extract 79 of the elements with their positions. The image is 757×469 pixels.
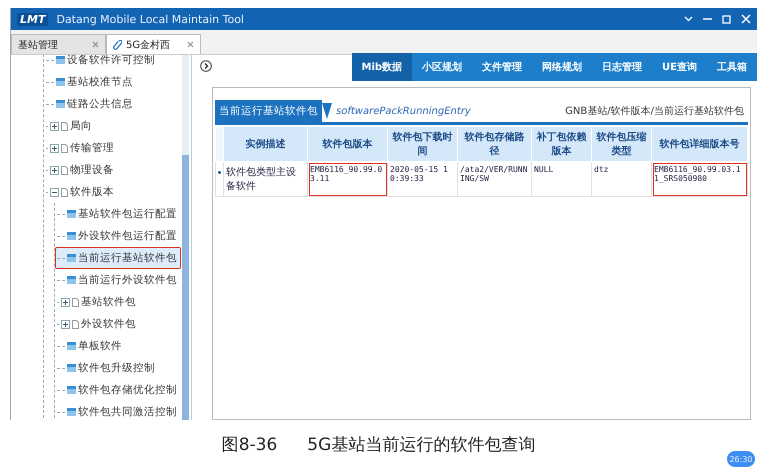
node-icon xyxy=(67,342,76,350)
tree-item[interactable]: 外设软件包 xyxy=(55,313,140,335)
nav-tab[interactable]: Mib数据 xyxy=(352,53,412,81)
tree-item[interactable]: 软件包共同激活控制 xyxy=(55,401,181,420)
tree-item[interactable]: 基站软件包运行配置 xyxy=(55,203,181,225)
breadcrumb: GNB基站/软件版本/当前运行基站软件包 xyxy=(565,104,745,118)
figure-caption: 5G基站当前运行的软件包查询 xyxy=(307,434,536,456)
document-tab[interactable]: 基站管理 xyxy=(11,34,106,54)
tree-item[interactable]: 链路公共信息 xyxy=(44,93,137,115)
entry-name: softwarePackRunningEntry xyxy=(336,106,471,116)
node-icon xyxy=(56,78,65,86)
document-tab[interactable]: 5G金村西 xyxy=(106,34,201,54)
expand-icon[interactable] xyxy=(50,166,59,174)
tree-item[interactable]: 软件版本 xyxy=(44,181,118,203)
node-icon xyxy=(67,254,76,262)
tree-item[interactable]: 外设软件包运行配置 xyxy=(55,225,181,247)
window-title: Datang Mobile Local Maintain Tool xyxy=(56,12,244,26)
close-icon[interactable] xyxy=(92,41,99,48)
document-icon xyxy=(61,166,68,174)
table-cell: EMB6116_90.99.03.11 xyxy=(308,162,388,196)
node-icon xyxy=(67,386,76,394)
tree-item[interactable]: 物理设备 xyxy=(44,159,118,181)
nav-tab[interactable]: 日志管理 xyxy=(592,53,652,81)
node-icon xyxy=(67,408,76,416)
app-logo: LMT xyxy=(17,12,48,26)
table-cell: 软件包类型主设备软件 xyxy=(224,162,308,196)
document-icon xyxy=(72,298,79,306)
expand-panel-icon[interactable] xyxy=(200,60,212,72)
triangle-icon xyxy=(322,103,332,119)
tree-item[interactable]: 局向 xyxy=(44,115,96,137)
expand-icon[interactable] xyxy=(61,320,70,328)
node-icon xyxy=(67,210,76,218)
column-header[interactable]: 实例描述 xyxy=(224,126,308,162)
node-icon xyxy=(56,100,65,108)
table-cell: dtz xyxy=(592,162,652,196)
column-header[interactable]: 软件包下载时间 xyxy=(388,126,458,162)
close-icon[interactable] xyxy=(187,41,194,48)
link-icon xyxy=(113,40,122,50)
node-icon xyxy=(67,232,76,240)
expand-icon[interactable] xyxy=(61,298,70,306)
column-header[interactable]: 软件包详细版本号 xyxy=(652,126,748,162)
tree-item[interactable]: 当前运行外设软件包 xyxy=(55,269,181,291)
nav-tab[interactable]: UE查询 xyxy=(652,53,707,81)
document-icon xyxy=(72,320,79,328)
scrollbar[interactable] xyxy=(182,55,189,420)
expand-icon[interactable] xyxy=(50,122,59,130)
tree-item[interactable]: 单板软件 xyxy=(55,335,126,357)
collapse-icon[interactable] xyxy=(50,188,59,196)
column-header[interactable]: 软件包压缩类型 xyxy=(592,126,652,162)
chevron-down-icon[interactable] xyxy=(684,16,693,22)
table-cell: NULL xyxy=(532,162,592,196)
table-cell: /ata2/VER/RUNNING/SW xyxy=(458,162,532,196)
scrollbar-thumb[interactable] xyxy=(182,155,189,420)
column-header[interactable]: 补丁包依赖版本 xyxy=(532,126,592,162)
expand-icon[interactable] xyxy=(50,144,59,152)
document-icon xyxy=(61,144,68,152)
timestamp-badge: 26:30 xyxy=(727,451,755,467)
table-cell: EMB6116_90.99.03.11_SRS050980 xyxy=(652,162,748,196)
node-icon xyxy=(67,276,76,284)
node-icon xyxy=(67,364,76,372)
nav-tab[interactable]: 小区规划 xyxy=(412,53,472,81)
figure-number: 图8-36 xyxy=(222,434,278,456)
tree-item[interactable]: 基站校准节点 xyxy=(44,71,137,93)
tree-item[interactable]: 软件包存储优化控制 xyxy=(55,379,181,401)
document-icon xyxy=(61,122,68,130)
nav-tab[interactable]: 工具箱 xyxy=(707,53,757,81)
row-pointer-icon xyxy=(218,171,221,174)
node-icon xyxy=(56,56,65,64)
maximize-icon[interactable] xyxy=(722,14,731,24)
tree-item[interactable]: 传输管理 xyxy=(44,137,118,159)
tree-item[interactable]: 基站软件包 xyxy=(55,291,140,313)
document-icon xyxy=(61,188,68,196)
table-cell: 2020-05-15 10:39:33 xyxy=(388,162,458,196)
column-header[interactable]: 软件包版本 xyxy=(308,126,388,162)
tree-item[interactable]: 当前运行基站软件包 xyxy=(55,247,181,269)
nav-tab[interactable]: 文件管理 xyxy=(472,53,532,81)
column-header[interactable]: 软件包存储路径 xyxy=(458,126,532,162)
nav-tab[interactable]: 网络规划 xyxy=(532,53,592,81)
tree-item[interactable]: 软件包升级控制 xyxy=(55,357,159,379)
